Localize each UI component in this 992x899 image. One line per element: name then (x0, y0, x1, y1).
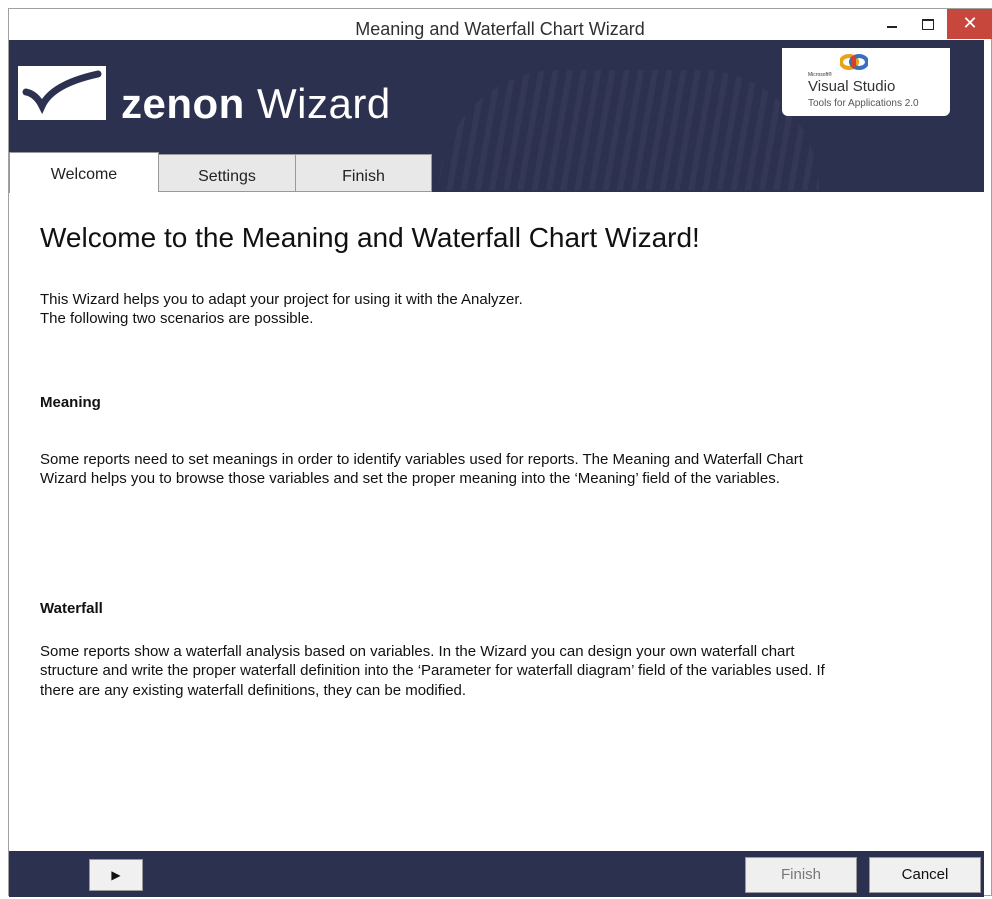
visual-studio-badge: Microsoft® Visual Studio Tools for Appli… (782, 48, 950, 116)
intro-line-1: This Wizard helps you to adapt your proj… (40, 291, 523, 308)
intro-line-2: The following two scenarios are possible… (40, 310, 314, 327)
waterfall-heading: Waterfall (40, 600, 103, 617)
tab-welcome[interactable]: Welcome (9, 152, 159, 193)
waterfall-line-1: Some reports show a waterfall analysis b… (40, 643, 795, 660)
meaning-line-1: Some reports need to set meanings in ord… (40, 451, 803, 468)
cancel-button[interactable]: Cancel (869, 857, 981, 893)
maximize-button[interactable] (911, 9, 945, 39)
zenon-logo-icon (18, 66, 106, 120)
close-button[interactable]: ✕ (947, 9, 992, 39)
maximize-icon (922, 18, 934, 30)
wizard-footer: ▶ Finish Cancel (9, 851, 984, 897)
meaning-line-2: Wizard helps you to browse those variabl… (40, 470, 780, 487)
wizard-brand-title: zenon Wizard (121, 80, 391, 127)
badge-subtitle: Tools for Applications 2.0 (808, 98, 919, 109)
meaning-heading: Meaning (40, 394, 101, 411)
visual-studio-logo-icon (840, 54, 868, 70)
close-icon: ✕ (962, 13, 978, 33)
waterfall-line-3: there are any existing waterfall definit… (40, 682, 467, 699)
tab-finish[interactable]: Finish (295, 154, 432, 192)
tab-settings[interactable]: Settings (158, 154, 296, 192)
page-title: Welcome to the Meaning and Waterfall Cha… (40, 222, 700, 253)
badge-product: Visual Studio (808, 78, 896, 95)
play-icon: ▶ (111, 868, 121, 882)
waterfall-line-2: structure and write the proper waterfall… (40, 662, 825, 679)
header-decoration (439, 70, 819, 190)
window-title: Meaning and Waterfall Chart Wizard (355, 19, 645, 39)
minimize-icon (887, 26, 897, 29)
finish-button[interactable]: Finish (745, 857, 857, 893)
minimize-button[interactable] (875, 9, 909, 39)
welcome-page: Welcome to the Meaning and Waterfall Cha… (10, 192, 982, 852)
next-button[interactable]: ▶ (89, 859, 143, 891)
